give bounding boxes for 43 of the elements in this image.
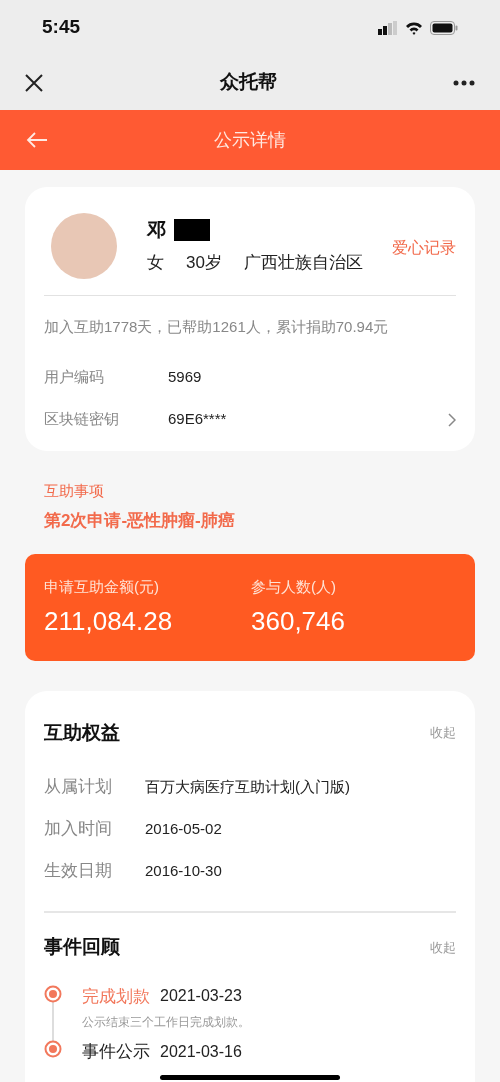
event-description: 公示结束三个工作日完成划款。 [82,1014,250,1031]
field-label: 从属计划 [44,776,113,799]
section-title: 互助权益 [44,720,120,745]
matter-label: 互助事项 [44,480,105,501]
love-record-link[interactable]: 爱心记录 [392,236,456,260]
wifi-icon [405,20,423,35]
field-label: 区块链密钥 [44,409,120,430]
clock-time: 5:45 [42,15,81,40]
field-value: 5969 [168,367,202,388]
page-title: 公示详情 [214,128,286,152]
signal-icon [378,20,398,35]
field-value: 69E6**** [168,409,227,430]
collapse-link[interactable]: 收起 [430,937,456,957]
field-value: 2016-05-02 [145,818,222,839]
battery-icon [430,20,458,35]
close-icon[interactable] [25,73,43,92]
stat-label: 参与人数(人) [251,576,337,597]
event-date: 2021-03-16 [160,1041,242,1062]
nav-title: 众托帮 [219,70,277,95]
field-value: 2016-10-30 [145,860,222,881]
field-label: 加入时间 [44,818,113,841]
gender: 女 [147,252,164,275]
event-date: 2021-03-23 [160,986,242,1007]
chevron-right-icon[interactable] [448,412,456,427]
field-label: 用户编码 [44,367,105,388]
stat-label: 申请互助金额(元) [44,576,160,597]
collapse-link[interactable]: 收起 [430,723,456,743]
field-value: 百万大病医疗互助计划(入门版) [145,776,350,797]
event-title: 完成划款 [82,985,150,1008]
stat-value: 360,746 [251,605,345,638]
timeline-dot [44,984,62,1003]
summary-text: 加入互助1778天，已帮助1261人，累计捐助70.94元 [44,317,390,337]
section-title: 事件回顾 [44,935,120,959]
timeline-dot [44,1040,62,1058]
matter-title: 第2次申请-恶性肿瘤-肺癌 [44,510,236,532]
field-label: 生效日期 [44,860,113,883]
region: 广西壮族自治区 [243,252,363,275]
more-icon[interactable] [453,79,475,86]
age: 30岁 [186,252,222,275]
user-name: 邓 [147,218,166,242]
event-title: 事件公示 [82,1041,150,1063]
back-icon[interactable] [26,132,48,148]
stat-value: 211,084.28 [44,605,174,638]
